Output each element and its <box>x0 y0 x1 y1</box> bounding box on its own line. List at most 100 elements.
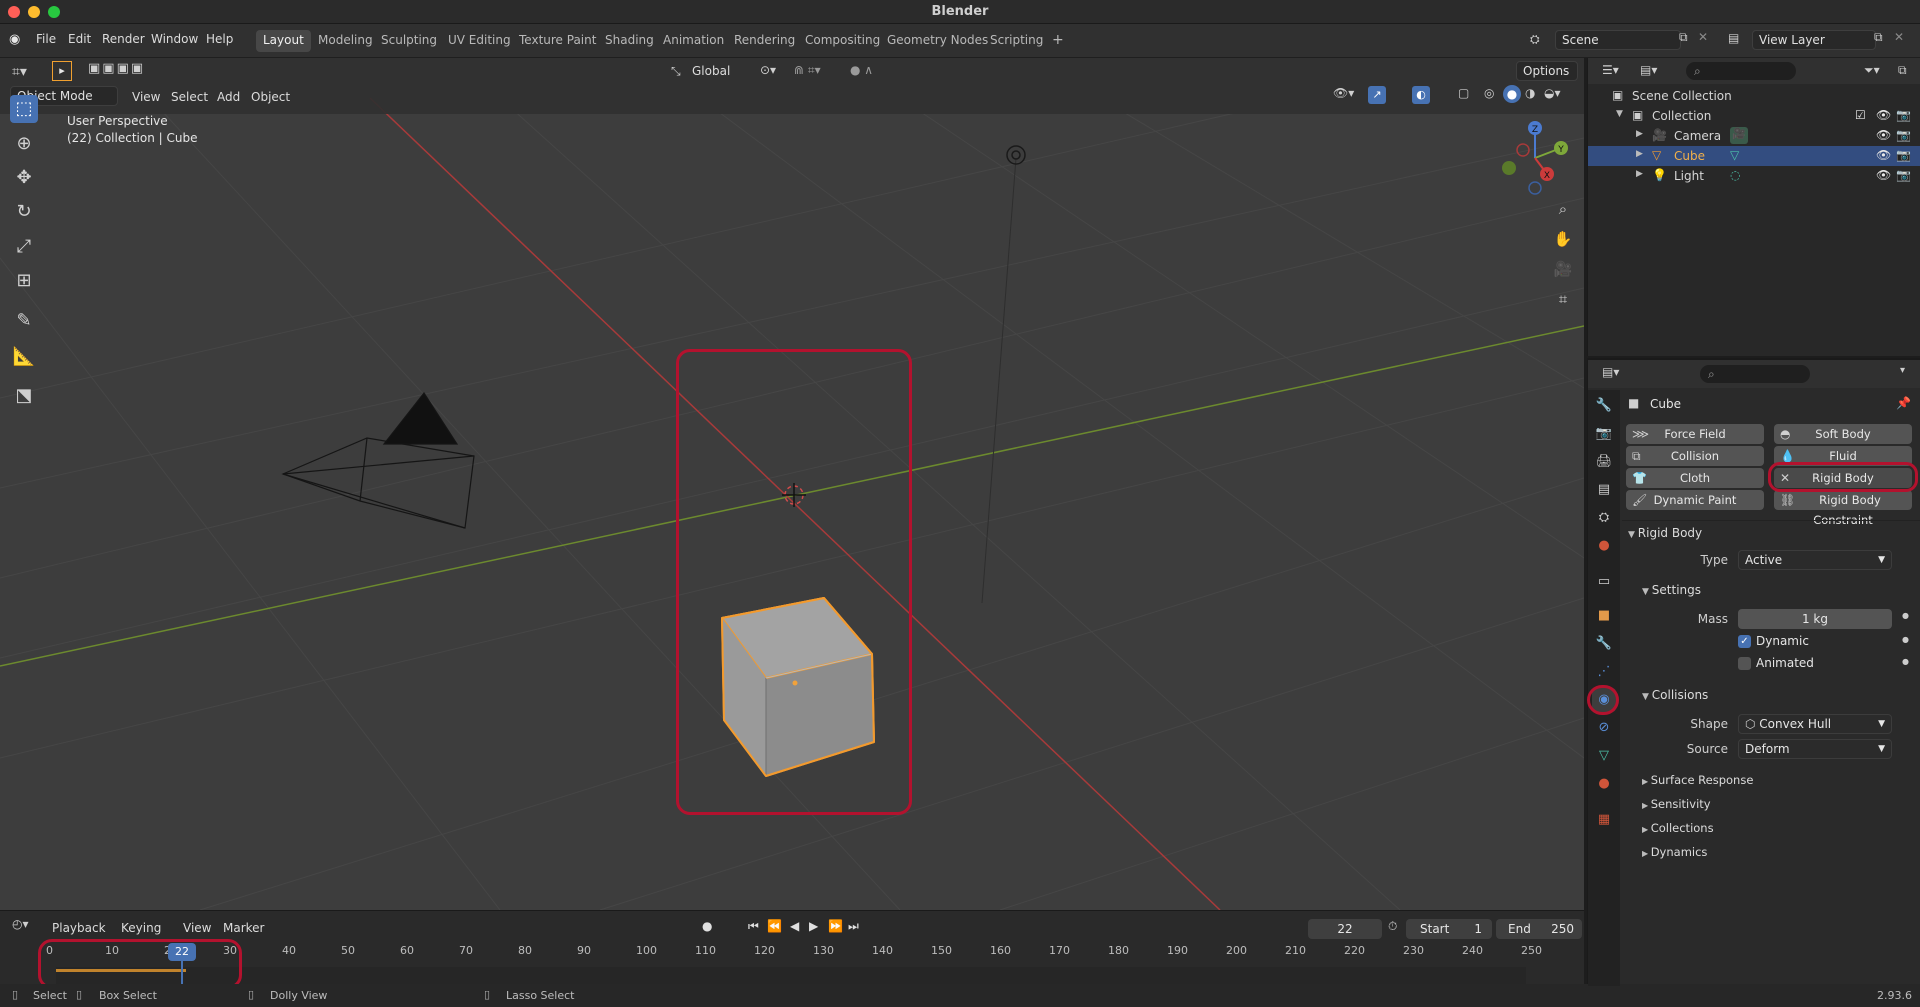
source-dropdown[interactable]: Deform ▼ <box>1738 739 1892 759</box>
material-shading-icon[interactable]: ◑ <box>1525 86 1535 100</box>
play-reverse-icon[interactable]: ◀ <box>790 919 799 933</box>
current-frame-field[interactable]: 22 <box>1308 919 1382 939</box>
light-visibility-icon[interactable]: 👁 <box>1876 168 1891 182</box>
viewport-menu-object[interactable]: Object <box>251 90 290 104</box>
settings-panel-header[interactable]: ▼ Settings <box>1642 583 1701 597</box>
delete-scene-icon[interactable]: ✕ <box>1698 30 1708 44</box>
cube-render-icon[interactable]: 📷 <box>1896 148 1911 162</box>
orientation-dropdown[interactable]: Global <box>692 64 730 78</box>
properties-editor[interactable]: ▤▾ ⌕ ▾ 🔧 📷 🖨 ▤ ⛭ ● ▭ ■ 🔧 ⋰ ◉ ⊘ ▽ ● ▦ ■ C… <box>1587 358 1920 986</box>
solid-shading-icon[interactable]: ● <box>1503 85 1521 103</box>
tool-tab-icon[interactable]: 🔧 <box>1592 394 1616 418</box>
timeline-editor-icon[interactable]: ◴▾ <box>12 917 29 931</box>
tab-shading[interactable]: Shading <box>598 30 661 52</box>
constraints-tab-icon[interactable]: ⊘ <box>1592 716 1616 740</box>
timeline-menu-marker[interactable]: Marker <box>223 921 264 935</box>
mass-field[interactable]: 1 kg <box>1738 609 1892 629</box>
rigid-body-panel-header[interactable]: ▼ Rigid Body <box>1628 526 1702 540</box>
world-tab-icon[interactable]: ● <box>1592 534 1616 558</box>
outliner-item-cube[interactable]: ▶ ▽ Cube ▽ 👁 📷 <box>1588 146 1920 166</box>
viewport-menu-select[interactable]: Select <box>171 90 208 104</box>
collection-visibility-icon[interactable]: 👁 <box>1876 108 1891 122</box>
camera-view-icon[interactable]: 🎥 <box>1550 256 1576 282</box>
menu-render[interactable]: Render <box>102 32 145 46</box>
select-box-tool[interactable]: ⬚ <box>10 95 38 123</box>
timeline-menu-view[interactable]: View <box>183 921 211 935</box>
outliner-item-camera[interactable]: ▶ 🎥 Camera 🎥 👁 📷 <box>1588 126 1920 146</box>
collection-render-icon[interactable]: 📷 <box>1896 108 1911 122</box>
new-view-layer-icon[interactable]: ⧉ <box>1874 30 1883 45</box>
tab-modeling[interactable]: Modeling <box>311 30 380 52</box>
visibility-icon[interactable]: 👁▾ <box>1333 86 1354 100</box>
dynamic-keyframe-icon[interactable]: ● <box>1902 635 1909 644</box>
jump-end-icon[interactable]: ⏭ <box>848 919 859 934</box>
viewport-menu-view[interactable]: View <box>132 90 160 104</box>
texture-tab-icon[interactable]: ▦ <box>1592 808 1616 832</box>
blender-logo-icon[interactable]: ◉ <box>9 32 20 47</box>
cloth-button[interactable]: 👕 Cloth <box>1626 468 1764 488</box>
force-field-button[interactable]: ⋙ Force Field <box>1626 424 1764 444</box>
new-scene-icon[interactable]: ⧉ <box>1679 30 1688 45</box>
camera-render-icon[interactable]: 📷 <box>1896 128 1911 142</box>
add-workspace-button[interactable]: + <box>1046 30 1070 52</box>
type-dropdown[interactable]: Active ▼ <box>1738 550 1892 570</box>
data-tab-icon[interactable]: ▽ <box>1592 744 1616 768</box>
view-layer-icon[interactable]: ▤ <box>1728 31 1739 45</box>
snap-icon[interactable]: ⋒ ⌗▾ <box>794 63 821 78</box>
scene-selector[interactable]: Scene <box>1555 30 1681 50</box>
scale-tool[interactable]: ⤢ <box>10 233 38 261</box>
camera-visibility-icon[interactable]: 👁 <box>1876 128 1891 142</box>
auto-keying-icon[interactable]: ● <box>702 919 712 933</box>
zoom-icon[interactable]: ⌕ <box>1550 196 1576 222</box>
modifiers-tab-icon[interactable]: 🔧 <box>1592 632 1616 656</box>
particles-tab-icon[interactable]: ⋰ <box>1592 660 1616 684</box>
scene-tab-icon[interactable]: ⛭ <box>1592 506 1616 530</box>
cube-visibility-icon[interactable]: 👁 <box>1876 148 1891 162</box>
expand-light-icon[interactable]: ▶ <box>1636 169 1643 179</box>
tab-layout[interactable]: Layout <box>256 30 311 52</box>
outliner-item-light[interactable]: ▶ 💡 Light ◌ 👁 📷 <box>1588 166 1920 186</box>
dynamic-checkbox[interactable]: ✓ <box>1738 635 1751 648</box>
properties-search-input[interactable]: ⌕ <box>1700 365 1810 383</box>
add-cube-tool[interactable]: ⬔ <box>10 382 38 410</box>
pivot-icon[interactable]: ⊙▾ <box>760 63 776 77</box>
expand-cube-icon[interactable]: ▶ <box>1636 149 1643 159</box>
display-mode-icon[interactable]: ▤▾ <box>1640 63 1657 77</box>
annotate-tool[interactable]: ✎ <box>10 307 38 335</box>
outliner[interactable]: ☰▾ ▤▾ ⌕ ⏷▾ ⧉ ▣ Scene Collection ▼ ▣ Coll… <box>1587 58 1920 356</box>
tab-compositing[interactable]: Compositing <box>798 30 887 52</box>
timeline[interactable]: ◴▾ Playback Keying View Marker ● ⏮ ⏪ ◀ ▶… <box>0 910 1584 995</box>
scene-icon[interactable]: ⛭ <box>1530 32 1540 47</box>
tab-rendering[interactable]: Rendering <box>727 30 802 52</box>
mesh-data-icon[interactable]: ▽ <box>1730 148 1739 162</box>
options-dropdown[interactable]: Options <box>1516 61 1578 81</box>
play-icon[interactable]: ▶ <box>809 919 818 933</box>
wireframe-shading-icon[interactable]: ◎ <box>1484 86 1494 100</box>
collisions-panel-header[interactable]: ▼ Collisions <box>1642 688 1708 702</box>
jump-start-icon[interactable]: ⏮ <box>748 919 759 934</box>
collections-panel[interactable]: ▶ Collections <box>1642 821 1714 835</box>
ortho-grid-icon[interactable]: ⌗ <box>1550 286 1576 312</box>
sensitivity-panel[interactable]: ▶ Sensitivity <box>1642 797 1711 811</box>
rendered-shading-icon[interactable]: ◒▾ <box>1544 86 1561 100</box>
camera-data-icon[interactable]: 🎥 <box>1730 127 1748 144</box>
overlay-toggle-icon[interactable]: ◐ <box>1412 86 1430 104</box>
tab-animation[interactable]: Animation <box>656 30 731 52</box>
outliner-editor-icon[interactable]: ☰▾ <box>1602 63 1619 77</box>
animated-keyframe-icon[interactable]: ● <box>1902 657 1909 666</box>
collection-tab-icon[interactable]: ▭ <box>1592 570 1616 594</box>
start-frame-field[interactable]: Start 1 <box>1406 919 1492 939</box>
outliner-collection[interactable]: ▼ ▣ Collection ☑ 👁 📷 <box>1588 106 1920 126</box>
timeline-menu-playback[interactable]: Playback <box>52 921 106 935</box>
3d-viewport[interactable]: ⌗▾ ▸ ▣▣▣▣ Object Mode View Select Add Ob… <box>0 58 1584 910</box>
menu-help[interactable]: Help <box>206 32 233 46</box>
timeline-track[interactable] <box>56 967 1526 985</box>
rotate-tool[interactable]: ↻ <box>10 198 38 226</box>
viewport-menu-add[interactable]: Add <box>217 90 240 104</box>
proportional-edit-icon[interactable]: ● ∧ <box>850 63 873 77</box>
light-render-icon[interactable]: 📷 <box>1896 168 1911 182</box>
move-tool[interactable]: ✥ <box>10 164 38 192</box>
view-layer-selector[interactable]: View Layer <box>1752 30 1876 50</box>
dynamic-paint-button[interactable]: 🖌 Dynamic Paint <box>1626 490 1764 510</box>
expand-collection-icon[interactable]: ▼ <box>1616 109 1623 119</box>
